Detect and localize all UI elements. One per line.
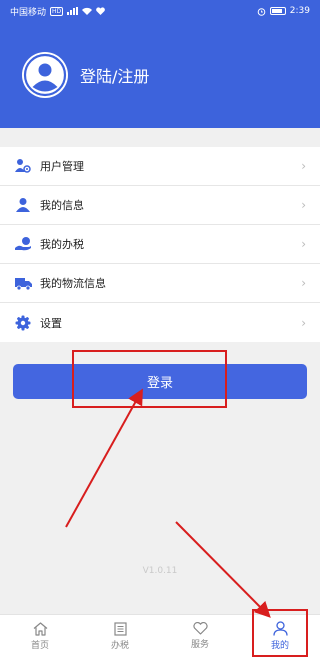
bottom-tab-bar: 首页 办税 服务 我的 <box>0 614 320 657</box>
tab-label: 办税 <box>110 640 129 651</box>
profile-header[interactable]: 登陆/注册 <box>0 22 320 128</box>
arrow-to-login <box>65 388 143 528</box>
person-icon <box>14 196 32 214</box>
menu-item-label: 我的物流信息 <box>40 277 106 290</box>
user-manage-icon <box>14 157 32 175</box>
document-icon <box>113 621 127 636</box>
status-bar: 中国移动 HD 2:39 <box>0 0 320 22</box>
menu-list: 用户管理 › 我的信息 › 我的办税 › 我的物流信息 › 设置 › <box>0 147 320 342</box>
tab-home[interactable]: 首页 <box>0 615 80 657</box>
signal-icon <box>67 7 79 15</box>
hd-badge: HD <box>50 6 64 16</box>
tab-label: 服务 <box>190 640 209 650</box>
login-button[interactable]: 登录 <box>13 364 307 399</box>
tab-mine[interactable]: 我的 <box>240 615 320 657</box>
status-right: 2:39 <box>257 6 310 16</box>
avatar-person-icon <box>23 53 67 97</box>
menu-item-label: 用户管理 <box>40 160 84 173</box>
avatar[interactable] <box>22 52 68 98</box>
menu-item-settings[interactable]: 设置 › <box>0 303 320 342</box>
tab-service[interactable]: 服务 <box>160 615 240 657</box>
carrier-label: 中国移动 <box>10 7 47 18</box>
status-left: 中国移动 HD <box>10 5 106 18</box>
chevron-right-icon: › <box>301 315 306 330</box>
menu-item-logistics[interactable]: 我的物流信息 › <box>0 264 320 303</box>
tab-label: 我的 <box>270 641 289 651</box>
profile-icon <box>272 621 288 636</box>
heart-status-icon <box>96 7 106 15</box>
menu-item-label: 我的信息 <box>40 199 84 212</box>
home-icon <box>33 621 47 636</box>
clock-label: 2:39 <box>289 6 310 16</box>
login-register-link[interactable]: 登陆/注册 <box>80 63 149 87</box>
chevron-right-icon: › <box>301 198 306 212</box>
menu-item-my-tax[interactable]: 我的办税 › <box>0 225 320 264</box>
chevron-right-icon: › <box>301 159 306 173</box>
chevron-right-icon: › <box>301 237 306 251</box>
menu-item-user-management[interactable]: 用户管理 › <box>0 147 320 186</box>
tab-tax[interactable]: 办税 <box>80 615 160 657</box>
tab-label: 首页 <box>30 640 49 651</box>
tax-hand-icon <box>14 235 32 253</box>
menu-item-my-info[interactable]: 我的信息 › <box>0 186 320 225</box>
version-label: V1.0.11 <box>142 566 178 576</box>
wifi-icon <box>82 7 93 15</box>
chevron-right-icon: › <box>301 276 306 290</box>
menu-item-label: 我的办税 <box>40 238 84 251</box>
gear-icon <box>14 314 32 332</box>
heart-icon <box>192 622 208 635</box>
truck-icon <box>14 274 32 292</box>
battery-icon <box>269 7 286 15</box>
alarm-icon <box>257 7 266 16</box>
menu-item-label: 设置 <box>40 316 62 330</box>
